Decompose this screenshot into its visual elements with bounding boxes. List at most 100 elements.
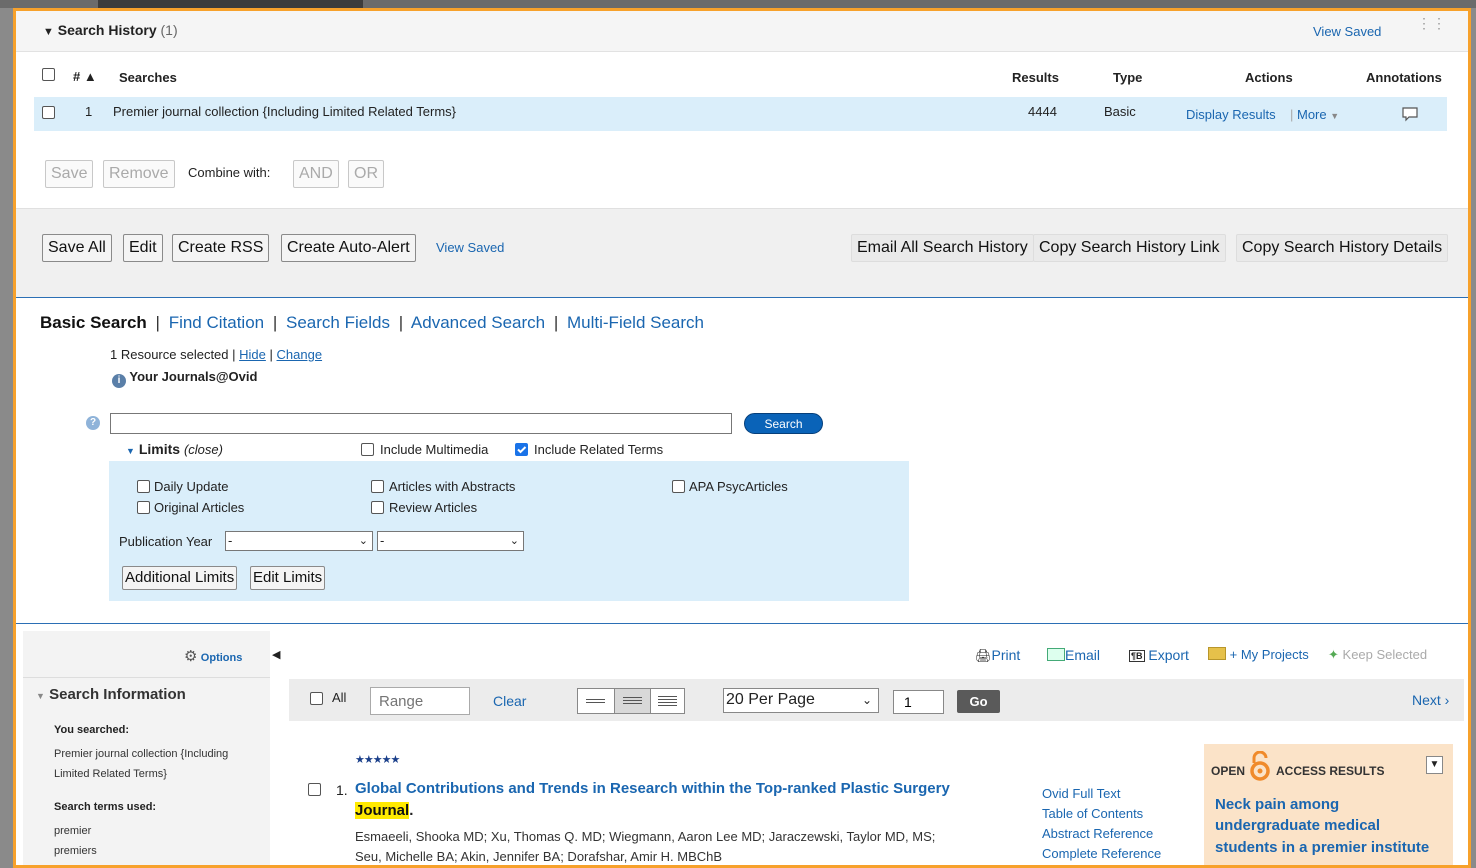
daily-update-checkbox[interactable] <box>137 480 150 493</box>
email-all-history-button[interactable]: Email All Search History <box>851 234 1034 262</box>
you-searched-label: You searched: <box>54 724 129 736</box>
email-link[interactable]: Email <box>1047 647 1100 663</box>
tab-multi-field-search[interactable]: Multi-Field Search <box>567 313 704 332</box>
result-checkbox[interactable] <box>308 783 321 796</box>
col-actions-header: Actions <box>1245 70 1293 85</box>
export-icon: ¶B <box>1129 650 1145 662</box>
chevron-down-icon: ⌄ <box>358 535 368 547</box>
col-num-label: # <box>73 69 81 84</box>
abstract-reference-link[interactable]: Abstract Reference <box>1042 826 1153 841</box>
help-icon[interactable]: ? <box>86 416 100 430</box>
complete-reference-link[interactable]: Complete Reference <box>1042 846 1161 861</box>
ovid-full-text-link[interactable]: Ovid Full Text <box>1042 786 1121 801</box>
info-icon[interactable]: i <box>112 374 126 388</box>
result-title[interactable]: Global Contributions and Trends in Resea… <box>355 780 950 797</box>
collapse-sidebar-icon[interactable]: ◀ <box>272 648 280 661</box>
search-information-label: Search Information <box>49 686 186 703</box>
year-from-value: - <box>228 533 233 548</box>
my-projects-link[interactable]: + My Projects <box>1208 647 1309 662</box>
or-button[interactable]: OR <box>348 160 384 188</box>
history-title[interactable]: ▼ Search History (1) <box>43 22 178 38</box>
change-resources-link[interactable]: Change <box>277 347 323 362</box>
year-from-select[interactable]: - ⌄ <box>225 531 373 551</box>
view-compact-icon[interactable] <box>578 689 613 713</box>
print-link[interactable]: 🖨Print <box>975 647 1020 664</box>
collapse-triangle-icon[interactable]: ▼ <box>43 26 54 38</box>
drag-handle-icon[interactable]: ⋮⋮ <box>1417 16 1447 30</box>
include-related-checkbox[interactable] <box>515 443 528 456</box>
articles-abstracts-checkbox[interactable] <box>371 480 384 493</box>
select-all-results-checkbox[interactable] <box>310 692 323 705</box>
display-results-link[interactable]: Display Results <box>1186 107 1276 122</box>
rating-stars: ★★★★★ <box>355 754 400 766</box>
go-button[interactable]: Go <box>957 690 1000 713</box>
tab-advanced-search[interactable]: Advanced Search <box>411 313 545 332</box>
more-dropdown[interactable]: More ▼ <box>1297 107 1339 122</box>
tab-search-fields[interactable]: Search Fields <box>286 313 390 332</box>
save-button[interactable]: Save <box>45 160 94 188</box>
history-row-type: Basic <box>1104 104 1136 119</box>
tab-separator: | <box>272 313 278 332</box>
limits-toggle[interactable]: ▼ Limits (close) <box>126 441 223 457</box>
edit-button[interactable]: Edit <box>123 234 163 262</box>
original-articles-checkbox[interactable] <box>137 501 150 514</box>
remove-button[interactable]: Remove <box>103 160 175 188</box>
and-button[interactable]: AND <box>293 160 339 188</box>
toolbar-view-saved-link[interactable]: View Saved <box>436 240 504 255</box>
view-standard-icon[interactable] <box>614 689 651 713</box>
resources-line: 1 Resource selected | Hide | Change <box>110 347 322 362</box>
hide-resources-link[interactable]: Hide <box>239 347 266 362</box>
search-button[interactable]: Search <box>744 413 823 434</box>
page-input[interactable] <box>893 690 944 714</box>
select-all-history-checkbox[interactable] <box>42 68 55 81</box>
copy-history-link-button[interactable]: Copy Search History Link <box>1033 234 1226 262</box>
keep-selected-link[interactable]: ✦ Keep Selected <box>1328 647 1427 663</box>
open-access-article-line-2[interactable]: undergraduate medical <box>1215 817 1380 834</box>
view-expanded-icon[interactable] <box>650 689 685 713</box>
create-auto-alert-button[interactable]: Create Auto-Alert <box>281 234 416 262</box>
additional-limits-button[interactable]: Additional Limits <box>122 566 238 590</box>
clear-link[interactable]: Clear <box>493 693 526 709</box>
search-tabs: Basic Search | Find Citation | Search Fi… <box>40 313 704 333</box>
open-access-article-link[interactable]: Neck pain among <box>1215 796 1339 813</box>
copy-history-details-button[interactable]: Copy Search History Details <box>1236 234 1449 262</box>
create-rss-button[interactable]: Create RSS <box>172 234 270 262</box>
review-articles-checkbox[interactable] <box>371 501 384 514</box>
include-multimedia-checkbox[interactable] <box>361 443 374 456</box>
history-title-text: Search History <box>57 22 157 38</box>
apa-psycarticles-checkbox[interactable] <box>672 480 685 493</box>
save-all-button[interactable]: Save All <box>42 234 112 262</box>
open-access-lock-icon <box>1248 750 1272 784</box>
print-label: Print <box>991 647 1021 663</box>
panel-dropdown-icon[interactable]: ▼ <box>1426 756 1443 774</box>
limits-label: Limits <box>138 441 181 457</box>
col-type-header: Type <box>1113 70 1143 85</box>
col-num-header[interactable]: # ▲ <box>73 69 97 84</box>
per-page-value: 20 Per Page <box>726 691 815 708</box>
open-access-article-line-3[interactable]: students in a premier institute <box>1215 839 1429 856</box>
folder-icon <box>1208 647 1226 660</box>
export-link[interactable]: ¶B Export <box>1129 647 1189 663</box>
keep-selected-label: Keep Selected <box>1342 647 1428 662</box>
tab-basic-search[interactable]: Basic Search <box>40 313 147 332</box>
history-row-checkbox[interactable] <box>42 106 55 119</box>
history-row-num: 1 <box>85 104 93 119</box>
search-information-header[interactable]: ▼ Search Information <box>36 686 186 703</box>
year-to-select[interactable]: - ⌄ <box>377 531 524 551</box>
publication-year-label: Publication Year <box>119 534 213 549</box>
tab-find-citation[interactable]: Find Citation <box>169 313 264 332</box>
col-results-header: Results <box>1012 70 1059 85</box>
range-input[interactable] <box>370 687 470 715</box>
per-page-select[interactable]: 20 Per Page ⌄ <box>723 688 879 713</box>
annotation-icon[interactable] <box>1401 106 1419 125</box>
options-button[interactable]: ⚙ Options <box>184 647 242 665</box>
resources-selected: 1 Resource selected | <box>110 347 236 362</box>
next-page-link[interactable]: Next › <box>1412 692 1449 708</box>
limits-close: (close) <box>183 442 223 457</box>
search-input[interactable] <box>110 413 732 434</box>
table-of-contents-link[interactable]: Table of Contents <box>1042 806 1143 821</box>
edit-limits-button[interactable]: Edit Limits <box>250 566 326 590</box>
view-saved-link[interactable]: View Saved <box>1313 24 1381 39</box>
daily-update-label: Daily Update <box>154 479 229 494</box>
result-title-line-2[interactable]: Journal. <box>355 802 413 819</box>
